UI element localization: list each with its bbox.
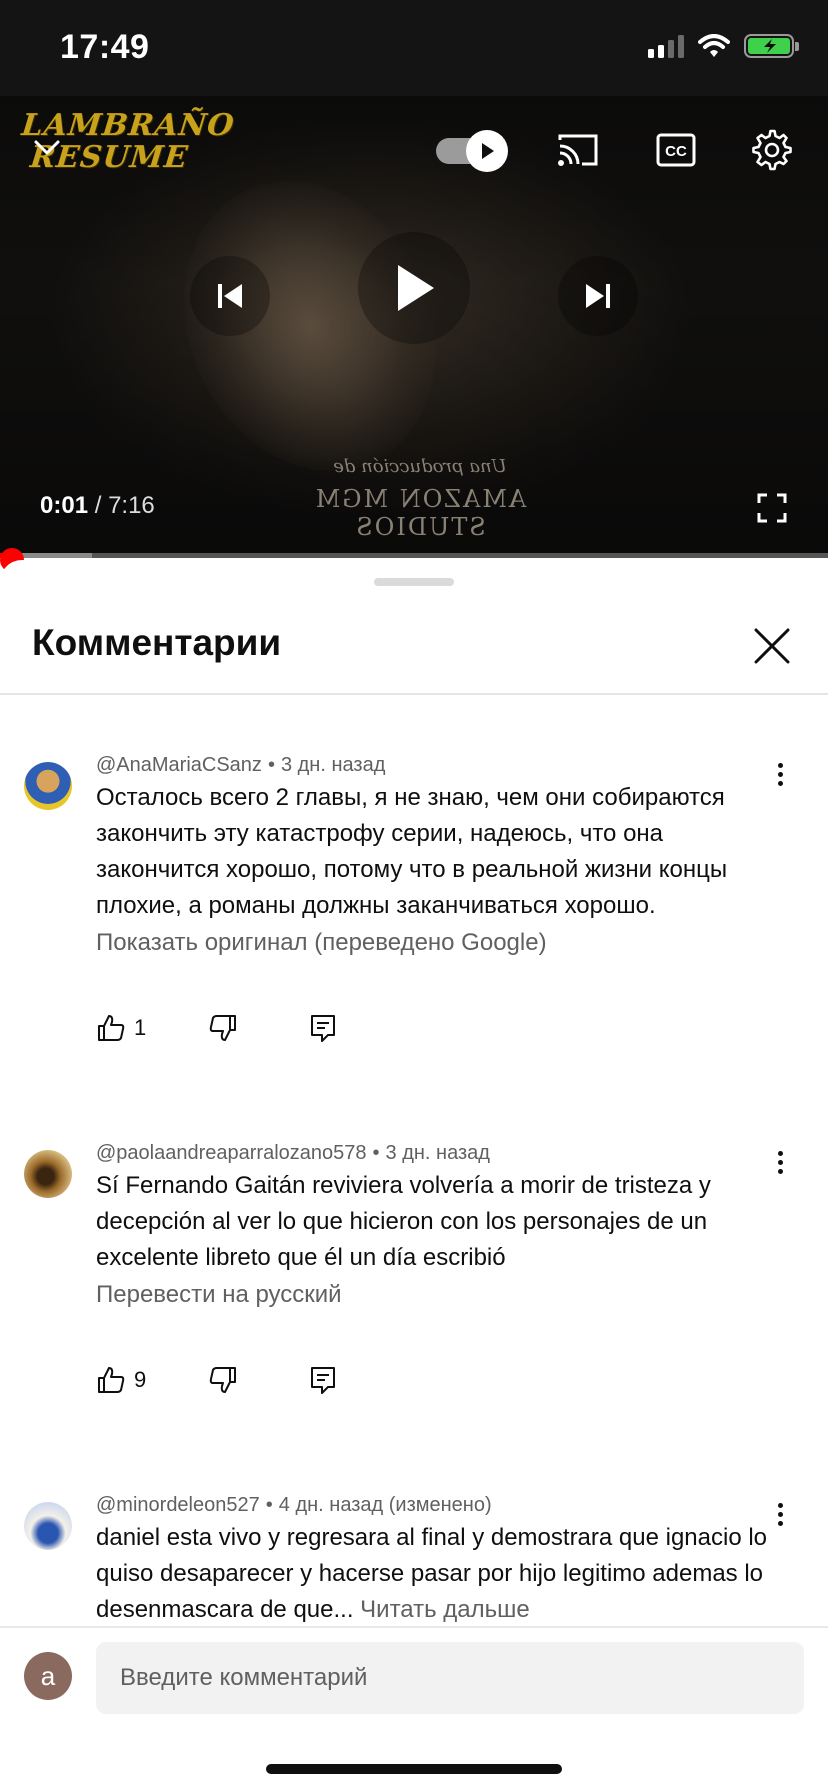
autoplay-toggle[interactable] — [436, 130, 508, 172]
comment-author[interactable]: @minordeleon527 — [96, 1494, 260, 1516]
skip-previous-icon — [218, 284, 242, 308]
current-time: 0:01 — [40, 492, 89, 519]
skip-next-icon — [586, 284, 610, 308]
dislike-button[interactable] — [208, 1362, 238, 1398]
comment-actions: 1 — [96, 1010, 396, 1046]
comment-meta: @minordeleon527 • 4 дн. назад (изменено) — [96, 1494, 492, 1516]
comment-input[interactable] — [96, 1642, 804, 1714]
fullscreen-icon[interactable] — [756, 492, 788, 524]
avatar[interactable] — [24, 762, 72, 810]
cast-icon[interactable] — [556, 128, 600, 172]
status-bar: 17:49 — [0, 0, 828, 96]
video-player[interactable]: LAMBRAÑO RESUME CC Una producción de AMA… — [0, 96, 828, 558]
comment-meta: @paolaandreaparralozano578 • 3 дн. назад — [96, 1142, 490, 1164]
like-button[interactable]: 9 — [96, 1362, 146, 1398]
settings-gear-icon[interactable] — [750, 128, 794, 172]
comment-meta: @AnaMariaCSanz • 3 дн. назад — [96, 754, 386, 776]
like-count: 1 — [134, 1015, 147, 1040]
sheet-title: Комментарии — [32, 622, 282, 663]
wifi-icon — [698, 34, 730, 57]
reply-comment-icon — [311, 1367, 335, 1394]
previous-video-button[interactable] — [190, 256, 270, 336]
close-icon[interactable] — [748, 622, 796, 670]
home-indicator[interactable] — [266, 1764, 562, 1774]
reply-button[interactable] — [308, 1010, 338, 1046]
comment-author[interactable]: @paolaandreaparralozano578 — [96, 1142, 367, 1164]
comment-author[interactable]: @AnaMariaCSanz — [96, 754, 262, 776]
comment-time: 3 дн. назад — [280, 754, 386, 776]
battery-icon — [744, 34, 799, 58]
sheet-drag-handle[interactable] — [374, 578, 454, 586]
next-video-button[interactable] — [558, 256, 638, 336]
reply-button[interactable] — [308, 1362, 338, 1398]
divider — [0, 693, 828, 695]
comments-sheet: Комментарии @AnaMariaCSanz • 3 дн. назад О… — [0, 560, 828, 1792]
dislike-button[interactable] — [208, 1010, 238, 1046]
thumbs-down-icon — [209, 1367, 236, 1393]
like-count: 9 — [134, 1367, 147, 1392]
thumbs-down-icon — [209, 1015, 236, 1041]
comment-text: Sí Fernando Gaitán reviviera volvería a … — [96, 1172, 711, 1271]
comment-time: 3 дн. назад — [385, 1142, 490, 1164]
progress-bar[interactable] — [0, 553, 828, 558]
reply-comment-icon — [311, 1015, 335, 1042]
play-icon — [482, 143, 494, 159]
comment-text: Осталось всего 2 главы, я не знаю, чем о… — [96, 784, 728, 919]
comment-actions: 9 — [96, 1362, 396, 1398]
like-button[interactable]: 1 — [96, 1010, 146, 1046]
comment-text-container: daniel esta vivo y regresara al final y … — [96, 1520, 786, 1628]
cellular-signal-icon — [648, 34, 684, 58]
play-button[interactable] — [358, 232, 470, 344]
avatar[interactable] — [24, 1150, 72, 1198]
user-avatar[interactable]: a — [24, 1652, 72, 1700]
comment-time: 4 дн. назад (изменено) — [278, 1494, 492, 1516]
read-more-link[interactable]: Читать дальше — [360, 1596, 530, 1623]
time-readout: 0:01 / 7:16 — [40, 492, 155, 519]
duration: 7:16 — [108, 492, 155, 519]
thumbs-up-icon — [98, 1015, 125, 1041]
status-icons — [648, 34, 799, 58]
status-time: 17:49 — [60, 28, 150, 66]
captions-icon[interactable]: CC — [654, 128, 698, 172]
play-icon — [398, 265, 434, 311]
minimize-chevron-down-icon[interactable] — [32, 132, 62, 162]
thumbs-up-icon — [98, 1367, 125, 1393]
show-original-link[interactable]: Показать оригинал (переведено Google) — [96, 929, 547, 957]
video-credit-overlay: Una producción de AMAZON MGM STUDIOS — [313, 456, 527, 541]
avatar[interactable] — [24, 1502, 72, 1550]
svg-text:CC: CC — [665, 143, 687, 160]
translate-link[interactable]: Перевести на русский — [96, 1281, 342, 1309]
